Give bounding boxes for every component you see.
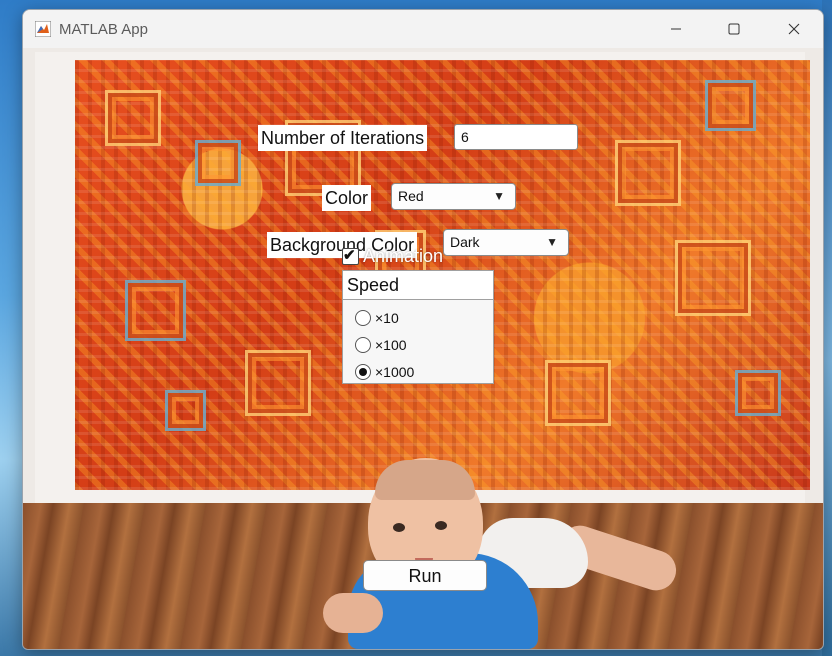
speed-panel-title: Speed <box>343 271 493 300</box>
radio-button[interactable] <box>355 337 371 353</box>
art-square <box>165 390 206 431</box>
checkmark-icon: ✔ <box>343 246 356 264</box>
art-square <box>195 140 241 186</box>
speed-option-x100[interactable]: ×100 <box>355 335 407 355</box>
baby-hair <box>375 460 475 500</box>
app-window: MATLAB App Number of Iterations 6 Color … <box>22 9 824 650</box>
art-square <box>125 280 186 341</box>
art-square <box>735 370 781 416</box>
close-button[interactable] <box>771 10 817 48</box>
baby-eye <box>435 521 447 530</box>
color-dropdown-value: Red <box>398 188 424 204</box>
dropdown-arrow-icon: ▼ <box>546 235 558 249</box>
close-icon <box>788 23 800 35</box>
art-square <box>675 240 751 316</box>
minimize-icon <box>671 28 681 30</box>
iterations-field[interactable]: 6 <box>454 124 578 150</box>
window-title: MATLAB App <box>59 21 148 38</box>
title-bar[interactable]: MATLAB App <box>23 10 823 48</box>
art-square <box>615 140 681 206</box>
iterations-label: Number of Iterations <box>258 125 428 151</box>
baby-arm <box>323 593 383 633</box>
matlab-logo-icon <box>35 21 51 37</box>
speed-panel: Speed ×10 ×100 ×1000 <box>342 270 494 384</box>
radio-button-selected[interactable] <box>355 364 371 380</box>
art-square <box>545 360 611 426</box>
maximize-button[interactable] <box>711 10 757 48</box>
run-button[interactable]: Run <box>363 560 487 591</box>
speed-option-label: ×1000 <box>375 364 415 380</box>
background-dropdown-value: Dark <box>450 234 480 250</box>
speed-option-label: ×100 <box>375 337 407 353</box>
radio-button[interactable] <box>355 310 371 326</box>
speed-option-x1000[interactable]: ×1000 <box>355 362 414 382</box>
color-dropdown[interactable]: Red ▼ <box>391 183 516 210</box>
animation-checkbox-row[interactable]: ✔ Animation <box>342 245 443 267</box>
art-square <box>105 90 161 146</box>
maximize-icon <box>728 23 740 35</box>
art-square <box>245 350 311 416</box>
animation-checkbox[interactable]: ✔ <box>342 246 359 265</box>
color-label: Color <box>322 185 372 211</box>
baby-eye <box>393 523 405 532</box>
animation-label: Animation <box>363 245 444 266</box>
speed-option-x10[interactable]: ×10 <box>355 308 399 328</box>
background-color-dropdown[interactable]: Dark ▼ <box>443 229 569 256</box>
dropdown-arrow-icon: ▼ <box>493 189 505 203</box>
speed-option-label: ×10 <box>375 310 399 326</box>
minimize-button[interactable] <box>653 10 699 48</box>
art-square <box>705 80 756 131</box>
